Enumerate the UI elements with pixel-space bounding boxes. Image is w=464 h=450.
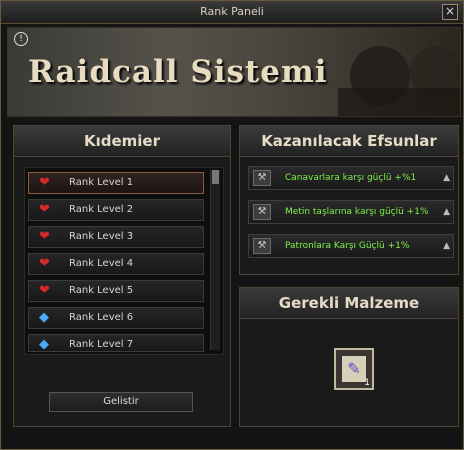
rank-label: Rank Level 6 [69,312,134,323]
material-count: 1 [364,378,370,388]
blue-diamond-icon: ◆ [39,310,49,325]
bonus-row-3: ⚒ Patronlara Karşı Güçlü +1% ▲ [248,234,454,258]
rank-row-6[interactable]: ◆ Rank Level 6 [28,307,204,329]
red-heart-icon: ❤ [39,283,50,298]
bonus-text: Patronlara Karşı Güçlü +1% [285,241,410,251]
rank-row-2[interactable]: ❤ Rank Level 2 [28,199,204,221]
rank-row-3[interactable]: ❤ Rank Level 3 [28,226,204,248]
triangle-icon: ▲ [443,207,450,217]
ranks-panel: Kıdemier ❤ Rank Level 1 ❤ Rank Level 2 ❤… [13,125,231,427]
blue-diamond-icon: ◆ [39,337,49,352]
red-heart-icon: ❤ [39,256,50,271]
upgrade-button[interactable]: Gelistir [49,392,193,412]
rank-list: ❤ Rank Level 1 ❤ Rank Level 2 ❤ Rank Lev… [24,167,224,355]
ranks-heading: Kıdemier [14,126,230,157]
title-bar[interactable]: Rank Paneli × [1,1,463,24]
rank-label: Rank Level 5 [69,285,134,296]
scrollbar-thumb[interactable] [212,170,219,184]
rank-row-1[interactable]: ❤ Rank Level 1 [28,172,204,194]
materials-heading: Gerekli Malzeme [240,288,458,319]
bonuses-heading: Kazanılacak Efsunlar [240,126,458,157]
scrollbar[interactable] [210,170,220,350]
banner-title: Raidcall Sistemi [28,54,328,90]
triangle-icon: ▲ [443,173,450,183]
close-button[interactable]: × [442,4,458,20]
bonuses-panel: Kazanılacak Efsunlar ⚒ Canavarlara karşı… [239,125,459,275]
rank-row-7[interactable]: ◆ Rank Level 7 [28,334,204,352]
anvil-icon: ⚒ [253,204,271,220]
red-heart-icon: ❤ [39,175,50,190]
bonus-text: Metin taşlarına karşı güçlü +1% [285,207,429,217]
window-title: Rank Paneli [200,5,264,18]
rank-label: Rank Level 1 [69,177,134,188]
scroll-icon: ✎ [342,356,366,382]
banner-shadow [338,88,460,116]
anvil-icon: ⚒ [253,170,271,186]
bonus-text: Canavarlara karşı güçlü +%1 [285,173,417,183]
red-heart-icon: ❤ [39,202,50,217]
banner: ! Raidcall Sistemi [7,27,461,117]
rank-panel-window: Rank Paneli × ! Raidcall Sistemi Kıdemie… [0,0,464,450]
rank-label: Rank Level 4 [69,258,134,269]
materials-panel: Gerekli Malzeme ✎ 1 [239,287,459,427]
rank-label: Rank Level 7 [69,339,134,350]
rank-row-5[interactable]: ❤ Rank Level 5 [28,280,204,302]
material-slot[interactable]: ✎ 1 [334,348,374,390]
bonus-row-1: ⚒ Canavarlara karşı güçlü +%1 ▲ [248,166,454,190]
anvil-icon: ⚒ [253,238,271,254]
bonus-row-2: ⚒ Metin taşlarına karşı güçlü +1% ▲ [248,200,454,224]
rank-row-4[interactable]: ❤ Rank Level 4 [28,253,204,275]
close-icon: × [444,4,456,18]
rank-label: Rank Level 2 [69,204,134,215]
triangle-icon: ▲ [443,241,450,251]
red-heart-icon: ❤ [39,229,50,244]
rank-label: Rank Level 3 [69,231,134,242]
